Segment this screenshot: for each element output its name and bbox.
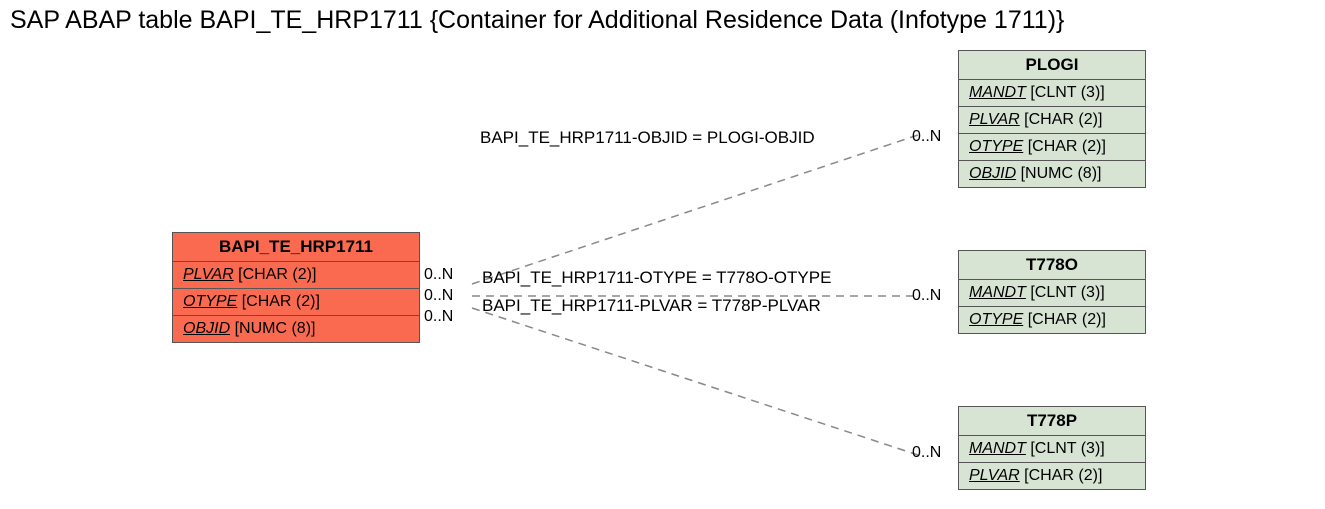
entity-bapi-te-hrp1711: BAPI_TE_HRP1711 PLVAR [CHAR (2)] OTYPE [… bbox=[172, 232, 420, 343]
entity-header: T778P bbox=[959, 407, 1145, 436]
cardinality: 0..N bbox=[424, 287, 453, 305]
entity-header: T778O bbox=[959, 251, 1145, 280]
entity-field: PLVAR [CHAR (2)] bbox=[173, 262, 419, 289]
relation-label: BAPI_TE_HRP1711-PLVAR = T778P-PLVAR bbox=[482, 296, 821, 316]
entity-field: OBJID [NUMC (8)] bbox=[959, 161, 1145, 187]
entity-field: MANDT [CLNT (3)] bbox=[959, 80, 1145, 107]
entity-field: MANDT [CLNT (3)] bbox=[959, 436, 1145, 463]
cardinality: 0..N bbox=[424, 308, 453, 326]
entity-field: MANDT [CLNT (3)] bbox=[959, 280, 1145, 307]
relation-label: BAPI_TE_HRP1711-OBJID = PLOGI-OBJID bbox=[480, 128, 815, 148]
entity-header: BAPI_TE_HRP1711 bbox=[173, 233, 419, 262]
entity-plogi: PLOGI MANDT [CLNT (3)] PLVAR [CHAR (2)] … bbox=[958, 50, 1146, 188]
entity-field: OBJID [NUMC (8)] bbox=[173, 316, 419, 342]
entity-field: OTYPE [CHAR (2)] bbox=[959, 134, 1145, 161]
entity-field: PLVAR [CHAR (2)] bbox=[959, 107, 1145, 134]
cardinality: 0..N bbox=[912, 287, 941, 305]
relation-label: BAPI_TE_HRP1711-OTYPE = T778O-OTYPE bbox=[482, 268, 831, 288]
entity-t778p: T778P MANDT [CLNT (3)] PLVAR [CHAR (2)] bbox=[958, 406, 1146, 490]
entity-t778o: T778O MANDT [CLNT (3)] OTYPE [CHAR (2)] bbox=[958, 250, 1146, 334]
entity-field: OTYPE [CHAR (2)] bbox=[173, 289, 419, 316]
entity-field: OTYPE [CHAR (2)] bbox=[959, 307, 1145, 333]
cardinality: 0..N bbox=[912, 444, 941, 462]
cardinality: 0..N bbox=[424, 266, 453, 284]
entity-header: PLOGI bbox=[959, 51, 1145, 80]
page-title: SAP ABAP table BAPI_TE_HRP1711 {Containe… bbox=[10, 6, 1064, 35]
entity-field: PLVAR [CHAR (2)] bbox=[959, 463, 1145, 489]
cardinality: 0..N bbox=[912, 128, 941, 146]
